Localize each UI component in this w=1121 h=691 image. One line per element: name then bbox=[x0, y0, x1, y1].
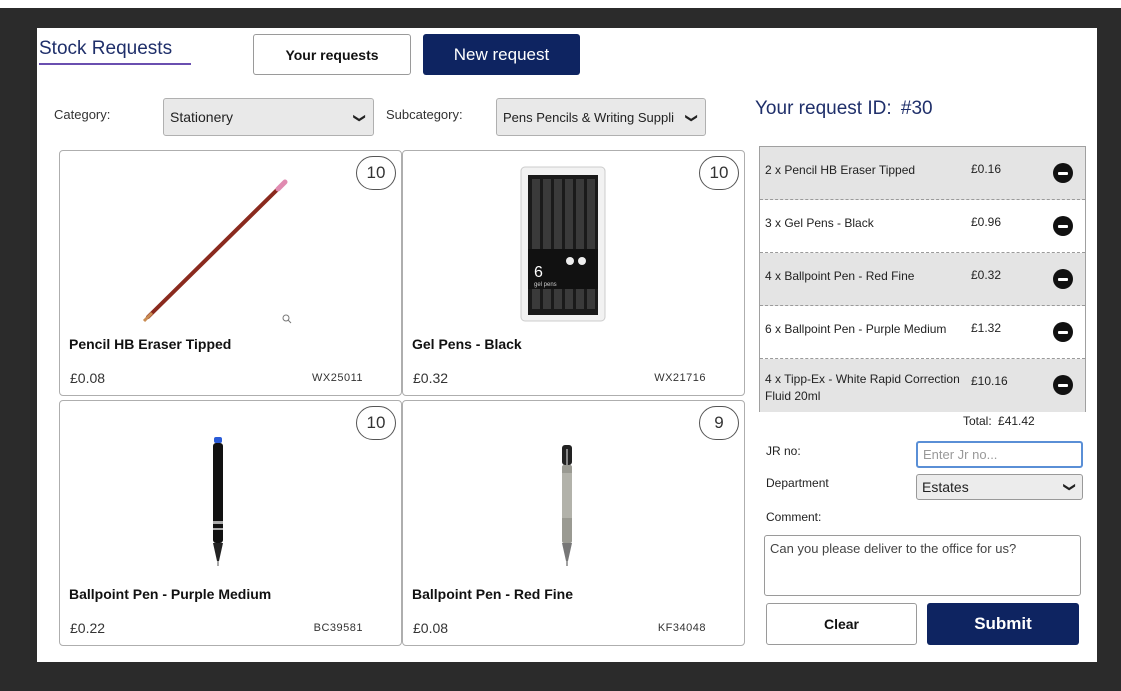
request-total: Total: £41.42 bbox=[963, 414, 1035, 428]
chevron-down-icon: ❯ bbox=[684, 112, 699, 124]
pencil-image bbox=[142, 179, 288, 323]
subcategory-label: Subcategory: bbox=[386, 107, 463, 122]
silver-pen-image bbox=[562, 445, 572, 566]
stock-count-badge: 10 bbox=[356, 406, 396, 440]
product-name: Ballpoint Pen - Purple Medium bbox=[69, 586, 272, 602]
product-code: WX25011 bbox=[312, 372, 363, 384]
subcategory-value: Pens Pencils & Writing Suppli bbox=[503, 109, 675, 125]
category-select[interactable]: Stationery ❯ bbox=[163, 98, 374, 136]
page-title: Stock Requests bbox=[39, 38, 173, 59]
new-request-button[interactable]: New request bbox=[423, 34, 580, 75]
request-items-list: 2 x Pencil HB Eraser Tipped £0.16 3 x Ge… bbox=[759, 146, 1086, 412]
product-name: Gel Pens - Black bbox=[412, 336, 522, 352]
request-item-row: 4 x Ballpoint Pen - Red Fine £0.32 bbox=[760, 253, 1085, 306]
product-card[interactable]: 9 Ballpoint Pen - Red Fine £0.08 KF34048 bbox=[402, 400, 745, 646]
remove-item-icon[interactable] bbox=[1053, 163, 1073, 183]
request-item-desc: 6 x Ballpoint Pen - Purple Medium bbox=[765, 322, 947, 336]
request-item-row: 2 x Pencil HB Eraser Tipped £0.16 bbox=[760, 147, 1085, 200]
jr-number-input[interactable] bbox=[916, 441, 1083, 468]
product-price: £0.22 bbox=[70, 620, 106, 636]
title-underline bbox=[39, 63, 191, 65]
product-name: Pencil HB Eraser Tipped bbox=[69, 336, 232, 352]
comment-label: Comment: bbox=[766, 510, 822, 524]
clear-button[interactable]: Clear bbox=[766, 603, 917, 645]
remove-item-icon[interactable] bbox=[1053, 322, 1073, 342]
jr-label: JR no: bbox=[766, 444, 801, 458]
remove-item-icon[interactable] bbox=[1053, 216, 1073, 236]
department-label: Department bbox=[766, 476, 829, 490]
product-card[interactable]: 10 Pencil HB Eraser Tipped £0.08 WX25011 bbox=[59, 150, 402, 396]
chevron-down-icon: ❯ bbox=[1062, 481, 1077, 493]
product-price: £0.08 bbox=[70, 370, 106, 386]
product-card[interactable]: 10 Ballpoint Pen - Purple Medium £0.22 B… bbox=[59, 400, 402, 646]
department-select[interactable]: Estates ❯ bbox=[916, 474, 1083, 500]
request-item-row: 6 x Ballpoint Pen - Purple Medium £1.32 bbox=[760, 306, 1085, 359]
chevron-down-icon: ❯ bbox=[352, 112, 367, 124]
black-pen-image bbox=[213, 437, 223, 566]
stock-requests-panel: Stock Requests Your requests New request… bbox=[37, 28, 1097, 662]
request-item-desc: 2 x Pencil HB Eraser Tipped bbox=[765, 163, 916, 177]
request-item-amount: £0.16 bbox=[971, 162, 1002, 176]
total-label: Total: bbox=[963, 414, 992, 428]
request-id: Your request ID: #30 bbox=[755, 98, 933, 120]
department-value: Estates bbox=[922, 479, 969, 495]
request-item-row: 4 x Tipp-Ex - White Rapid Correction Flu… bbox=[760, 359, 1085, 412]
stock-count-badge: 10 bbox=[699, 156, 739, 190]
zoom-icon[interactable] bbox=[282, 314, 292, 324]
category-value: Stationery bbox=[170, 109, 234, 125]
subcategory-select[interactable]: Pens Pencils & Writing Suppli ❯ bbox=[496, 98, 706, 136]
product-price: £0.08 bbox=[413, 620, 449, 636]
svg-text:gel pens: gel pens bbox=[534, 282, 557, 288]
remove-item-icon[interactable] bbox=[1053, 375, 1073, 395]
submit-button[interactable]: Submit bbox=[927, 603, 1079, 645]
request-item-amount: £1.32 bbox=[971, 321, 1002, 335]
request-item-desc: 4 x Tipp-Ex - White Rapid Correction Flu… bbox=[765, 372, 960, 403]
total-value: £41.42 bbox=[998, 414, 1035, 428]
request-item-amount: £0.96 bbox=[971, 215, 1002, 229]
product-price: £0.32 bbox=[413, 370, 449, 386]
gel-pens-pack-image: 6 gel pens bbox=[520, 166, 606, 322]
request-id-value: #30 bbox=[900, 98, 933, 119]
request-item-desc: 3 x Gel Pens - Black bbox=[765, 216, 874, 230]
top-strip bbox=[0, 0, 1121, 8]
product-name: Ballpoint Pen - Red Fine bbox=[412, 586, 574, 602]
request-item-amount: £10.16 bbox=[971, 374, 1008, 388]
svg-text:6: 6 bbox=[534, 264, 543, 281]
request-item-row: 3 x Gel Pens - Black £0.96 bbox=[760, 200, 1085, 253]
request-item-amount: £0.32 bbox=[971, 268, 1002, 282]
category-label: Category: bbox=[54, 107, 111, 122]
stock-count-badge: 10 bbox=[356, 156, 396, 190]
product-code: BC39581 bbox=[313, 622, 363, 634]
comment-textarea[interactable]: Can you please deliver to the office for… bbox=[764, 535, 1081, 596]
product-code: WX21716 bbox=[654, 372, 706, 384]
remove-item-icon[interactable] bbox=[1053, 269, 1073, 289]
request-item-desc: 4 x Ballpoint Pen - Red Fine bbox=[765, 269, 915, 283]
product-code: KF34048 bbox=[657, 622, 706, 634]
your-requests-button[interactable]: Your requests bbox=[253, 34, 411, 75]
stock-count-badge: 9 bbox=[699, 406, 739, 440]
request-id-label: Your request ID: bbox=[755, 98, 892, 119]
product-card[interactable]: 10 6 gel pens Gel Pens - Black £0.32 WX2… bbox=[402, 150, 745, 396]
